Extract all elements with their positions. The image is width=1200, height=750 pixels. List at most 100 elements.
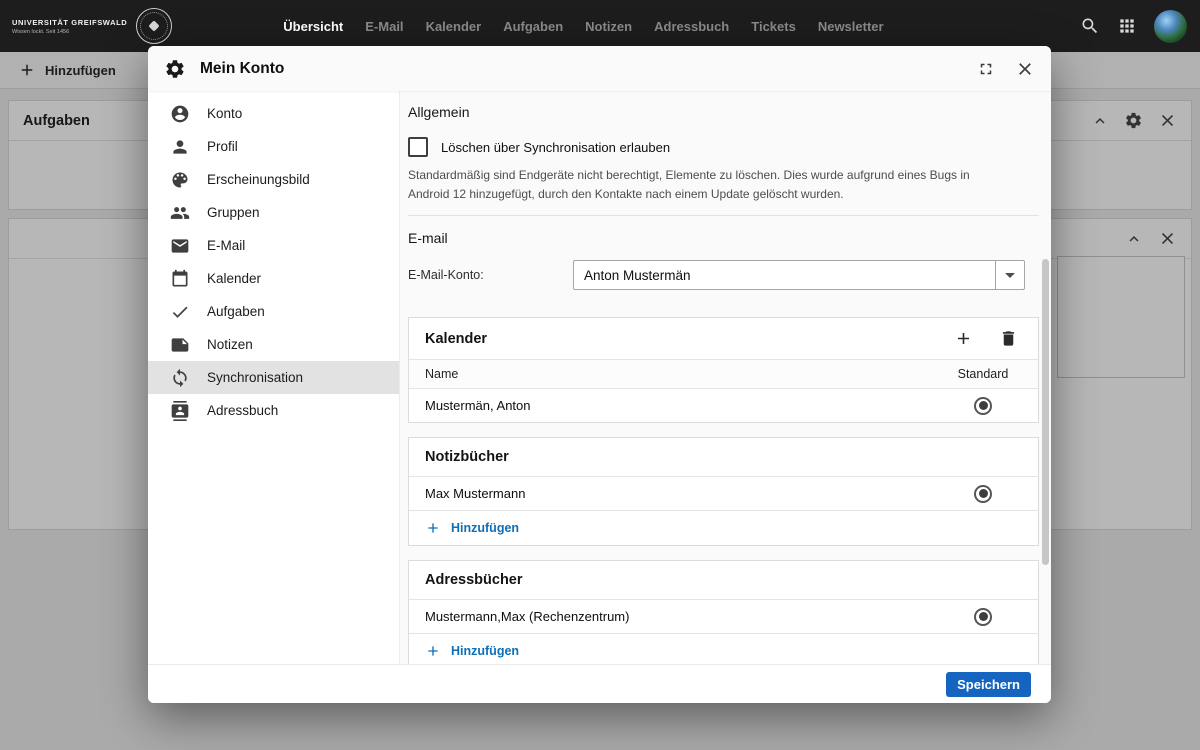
standard-radio[interactable]: [974, 485, 992, 503]
gear-icon: [164, 58, 186, 80]
nav-item-notizen[interactable]: Notizen: [574, 0, 643, 52]
nav-item-aufgaben[interactable]: Aufgaben: [492, 0, 574, 52]
add-addressbook-label: Hinzufügen: [451, 644, 519, 658]
standard-cell: [928, 397, 1038, 415]
sidebar-item-profil[interactable]: Profil: [148, 130, 399, 163]
sidebar-item-konto[interactable]: Konto: [148, 97, 399, 130]
notebooks-card-header: Notizbücher: [409, 438, 1038, 476]
sidebar-item-synchronisation[interactable]: Synchronisation: [148, 361, 399, 394]
dialog-body: Konto Profil Erscheinungsbild Gruppen E-…: [148, 91, 1051, 664]
logo-line1: UNIVERSITÄT GREIFSWALD: [12, 18, 127, 27]
calendar-card-actions: [954, 329, 1022, 348]
sidebar-item-label: Erscheinungsbild: [207, 172, 310, 187]
fullscreen-icon[interactable]: [977, 60, 995, 78]
topbar-actions: [1080, 10, 1200, 43]
table-row[interactable]: Max Mustermann: [409, 476, 1038, 510]
settings-sidebar: Konto Profil Erscheinungsbild Gruppen E-…: [148, 91, 400, 664]
allow-delete-row: Löschen über Synchronisation erlauben: [408, 137, 1051, 157]
addressbooks-card: Adressbücher Mustermann,Max (Rechenzentr…: [408, 560, 1039, 664]
user-avatar[interactable]: [1154, 10, 1187, 43]
sidebar-item-gruppen[interactable]: Gruppen: [148, 196, 399, 229]
sidebar-item-label: Gruppen: [207, 205, 260, 220]
standard-radio[interactable]: [974, 397, 992, 415]
nav-item-newsletter[interactable]: Newsletter: [807, 0, 895, 52]
university-seal-icon: [136, 8, 172, 44]
calendar-card-header: Kalender: [409, 318, 1038, 359]
addressbooks-card-title: Adressbücher: [425, 572, 1022, 588]
addressbooks-card-header: Adressbücher: [409, 561, 1038, 599]
nav-item-tickets[interactable]: Tickets: [740, 0, 807, 52]
synchronisation-settings-panel: Allgemein Löschen über Synchronisation e…: [400, 91, 1051, 664]
email-account-select[interactable]: Anton Mustermän: [573, 260, 1025, 290]
person-icon: [170, 137, 190, 157]
plus-icon: [425, 643, 441, 659]
sync-icon: [170, 368, 190, 388]
close-icon[interactable]: [1015, 59, 1035, 79]
delete-calendar-icon[interactable]: [999, 329, 1018, 348]
add-notebook-label: Hinzufügen: [451, 521, 519, 535]
nav-item-email[interactable]: E-Mail: [354, 0, 414, 52]
calendar-card-title: Kalender: [425, 331, 954, 347]
sidebar-item-email[interactable]: E-Mail: [148, 229, 399, 262]
nav-item-kalender[interactable]: Kalender: [415, 0, 493, 52]
sidebar-item-label: Profil: [207, 139, 238, 154]
university-logo: UNIVERSITÄT GREIFSWALD Wissen lockt. Sei…: [12, 8, 172, 44]
sidebar-item-label: Notizen: [207, 337, 253, 352]
notebooks-card: Notizbücher Max Mustermann Hinzufügen: [408, 437, 1039, 546]
add-notebook-button[interactable]: Hinzufügen: [409, 510, 1038, 545]
dialog-footer: Speichern: [148, 664, 1051, 703]
allow-delete-label[interactable]: Löschen über Synchronisation erlauben: [441, 140, 670, 155]
nav-item-uebersicht[interactable]: Übersicht: [272, 0, 354, 52]
sidebar-item-aufgaben[interactable]: Aufgaben: [148, 295, 399, 328]
account-circle-icon: [170, 104, 190, 124]
sidebar-item-kalender[interactable]: Kalender: [148, 262, 399, 295]
scrollbar-thumb[interactable]: [1042, 259, 1049, 565]
search-icon[interactable]: [1080, 16, 1100, 36]
top-navigation-bar: UNIVERSITÄT GREIFSWALD Wissen lockt. Sei…: [0, 0, 1200, 52]
check-icon: [170, 302, 190, 322]
add-calendar-icon[interactable]: [954, 329, 973, 348]
apps-grid-icon[interactable]: [1117, 16, 1137, 36]
column-standard: Standard: [928, 367, 1038, 381]
email-account-label: E-Mail-Konto:: [408, 268, 573, 282]
sidebar-item-adressbuch[interactable]: Adressbuch: [148, 394, 399, 427]
sidebar-item-notizen[interactable]: Notizen: [148, 328, 399, 361]
sidebar-item-erscheinungsbild[interactable]: Erscheinungsbild: [148, 163, 399, 196]
sidebar-item-label: E-Mail: [207, 238, 245, 253]
my-account-dialog: Mein Konto Konto Profil Erscheinungsbild: [148, 46, 1051, 703]
email-account-row: E-Mail-Konto: Anton Mustermän: [408, 260, 1051, 290]
calendar-icon: [170, 269, 190, 289]
sidebar-item-label: Konto: [207, 106, 242, 121]
dialog-title: Mein Konto: [200, 60, 284, 78]
addressbook-name: Mustermann,Max (Rechenzentrum): [425, 609, 928, 624]
calendar-card: Kalender Name Standard Mustermän, Anton: [408, 317, 1039, 423]
group-icon: [170, 203, 190, 223]
mail-icon: [170, 236, 190, 256]
save-button[interactable]: Speichern: [946, 672, 1031, 697]
general-section-heading: Allgemein: [408, 91, 1051, 120]
table-row[interactable]: Mustermann,Max (Rechenzentrum): [409, 599, 1038, 633]
dialog-controls: [977, 59, 1035, 79]
notebooks-card-title: Notizbücher: [425, 449, 1022, 465]
select-dropdown-button[interactable]: [995, 261, 1024, 289]
sidebar-item-label: Aufgaben: [207, 304, 265, 319]
table-row[interactable]: Mustermän, Anton: [409, 388, 1038, 422]
allow-delete-checkbox[interactable]: [408, 137, 428, 157]
nav-item-adressbuch[interactable]: Adressbuch: [643, 0, 740, 52]
contacts-icon: [170, 401, 190, 421]
email-account-value: Anton Mustermän: [574, 261, 995, 289]
sidebar-item-label: Kalender: [207, 271, 261, 286]
calendar-table-header: Name Standard: [409, 359, 1038, 388]
allow-delete-help-text: Standardmäßig sind Endgeräte nicht berec…: [408, 166, 986, 203]
add-addressbook-button[interactable]: Hinzufügen: [409, 633, 1038, 664]
column-name: Name: [425, 367, 928, 381]
standard-cell: [928, 485, 1038, 503]
sidebar-item-label: Adressbuch: [207, 403, 278, 418]
main-nav: Übersicht E-Mail Kalender Aufgaben Notiz…: [272, 0, 894, 52]
notebook-name: Max Mustermann: [425, 486, 928, 501]
sidebar-item-label: Synchronisation: [207, 370, 303, 385]
dialog-header: Mein Konto: [148, 46, 1051, 91]
standard-radio[interactable]: [974, 608, 992, 626]
note-icon: [170, 335, 190, 355]
email-section-heading: E-mail: [408, 216, 1051, 246]
